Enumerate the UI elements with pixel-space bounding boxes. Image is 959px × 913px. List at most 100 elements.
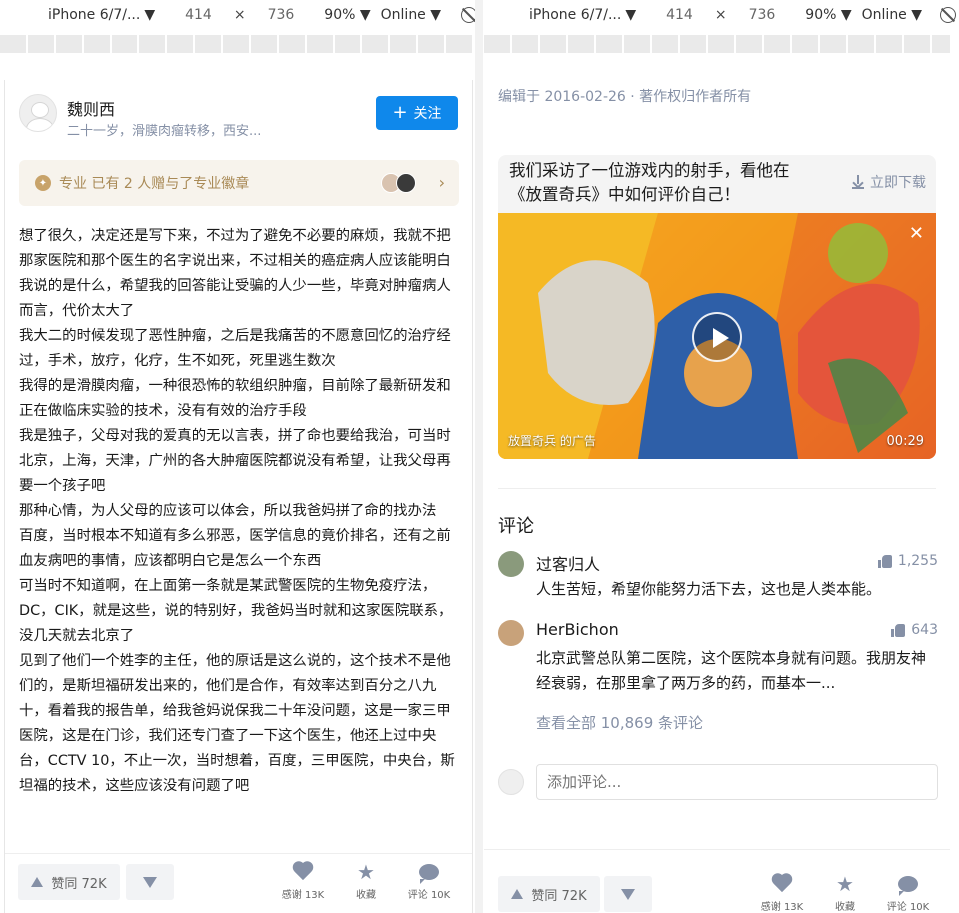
answer-content: 想了很久，决定还是写下来，不过为了避免不必要的麻烦，我就不把那家医院和那个医生的…: [19, 224, 459, 799]
answer-paragraph: 我大二的时候发现了恶性肿瘤，之后是我痛苦的不愿意回忆的治疗经过，手术，放疗，化疗…: [19, 328, 451, 369]
chevron-down-icon[interactable]: ▼: [426, 7, 441, 23]
play-icon[interactable]: [692, 312, 742, 362]
comment-like-button[interactable]: 643: [891, 622, 938, 638]
right-viewport: 编辑于 2016-02-26 · 著作权归作者所有 我们采访了一位游戏内的射手，…: [484, 60, 950, 913]
zoom-select[interactable]: 90%: [324, 7, 355, 23]
vote-up-label: 赞同 72K: [51, 876, 107, 892]
comment-bubble-icon: [898, 876, 918, 896]
follow-button[interactable]: + 关注: [376, 96, 458, 130]
width-input[interactable]: 414: [666, 7, 693, 23]
thanks-label: 感谢 13K: [281, 890, 325, 901]
width-input[interactable]: 414: [185, 7, 212, 23]
answer-paragraph: 见到了他们一个姓李的主任，他的原话是这么说的，这个技术不是他们的，是斯坦福研发出…: [19, 653, 455, 794]
chevron-down-icon[interactable]: ▼: [625, 7, 636, 23]
vote-up-button[interactable]: 赞同 72K: [498, 876, 600, 912]
device-select[interactable]: iPhone 6/7/...: [529, 7, 621, 23]
left-viewport: 魏则西 二十一岁，滑膜肉瘤转移，西安... + 关注 ✦ 专业 已有 2 人赠与…: [4, 80, 473, 913]
ad-video[interactable]: ✕ 放置奇兵 的广告 00:29: [498, 213, 936, 459]
comment-author[interactable]: 过客归人: [536, 551, 600, 575]
comment-like-button[interactable]: 1,255: [877, 553, 938, 569]
comment-like-count: 1,255: [897, 553, 938, 569]
badge-icon: ✦: [35, 175, 51, 191]
triangle-down-icon: [621, 888, 635, 900]
badge-giver-avatars: [381, 173, 419, 195]
thanks-label: 感谢 13K: [760, 902, 804, 913]
download-label: 立即下载: [870, 175, 926, 191]
chevron-right-icon: ›: [438, 173, 445, 192]
download-icon: [852, 175, 864, 189]
badge-text: 专业 已有 2 人赠与了专业徽章: [59, 176, 250, 192]
author-card: 魏则西 二十一岁，滑膜肉瘤转移，西安... + 关注: [19, 94, 458, 144]
section-divider: [498, 488, 936, 489]
vote-down-button[interactable]: [126, 864, 174, 900]
comment-text: 北京武警总队第二医院，这个医院本身就有问题。我朋友神经衰弱，在那里拿了两万多的药…: [536, 649, 927, 692]
triangle-up-icon: [511, 889, 524, 899]
dimension-separator: ×: [233, 7, 246, 23]
ad-card[interactable]: 我们采访了一位游戏内的射手，看他在《放置奇兵》中如何评价自己！ 立即下载 ✕ 放…: [498, 155, 936, 459]
zoom-select[interactable]: 90%: [805, 7, 836, 23]
devtools-bar-left: iPhone 6/7/... ▼ 414 × 736 90% ▼ Online ▼: [48, 0, 442, 30]
devtools-bar-right: iPhone 6/7/... ▼ 414 × 736 90% ▼ Online ▼: [529, 0, 923, 30]
star-icon: ★: [357, 860, 375, 884]
thumb-up-icon: [891, 623, 906, 637]
video-duration: 00:29: [886, 434, 924, 449]
chevron-down-icon[interactable]: ▼: [907, 7, 922, 23]
answer-paragraph: 那种心情，为人父母的应该可以体会，所以我爸妈拼了命的找办法: [19, 503, 437, 519]
avatar[interactable]: [19, 94, 57, 132]
star-icon: ★: [836, 872, 854, 896]
answer-paragraph: 想了很久，决定还是写下来，不过为了避免不必要的麻烦，我就不把那家医院和那个医生的…: [19, 228, 451, 319]
comment-like-count: 643: [911, 622, 938, 638]
comment-bubble-icon: [419, 864, 439, 884]
vote-up-button[interactable]: 赞同 72K: [18, 864, 120, 900]
comment-author[interactable]: HerBichon: [536, 620, 619, 639]
vote-up-label: 赞同 72K: [531, 888, 587, 904]
download-button[interactable]: 立即下载: [852, 172, 926, 192]
vote-down-button[interactable]: [604, 876, 652, 912]
collect-label: 收藏: [835, 902, 855, 913]
answer-paragraph: 可当时不知道啊，在上面第一条就是某武警医院的生物免疫疗法，DC，CIK，就是这些…: [19, 578, 453, 644]
plus-icon: +: [392, 102, 408, 123]
answer-action-bar: 赞同 72K 感谢 13K ★ 收藏 评论 10K: [484, 849, 950, 913]
avatar: [498, 769, 524, 795]
height-input[interactable]: 736: [749, 7, 776, 23]
avatar: [396, 173, 416, 193]
answer-paragraph: 我得的是滑膜肉瘤，一种很恐怖的软组织肿瘤，目前除了最新研发和正在做临床实验的技术…: [19, 378, 451, 419]
triangle-up-icon: [31, 877, 44, 887]
answer-paragraph: 我是独子，父母对我的爱真的无以言表，拼了命也要给我治，可当时北京，上海，天津，广…: [19, 428, 451, 494]
comment-text: 人生苦短，希望你能努力活下去，这也是人类本能。: [536, 580, 882, 598]
rotate-icon[interactable]: [940, 7, 956, 23]
ad-title[interactable]: 我们采访了一位游戏内的射手，看他在《放置奇兵》中如何评价自己！: [509, 159, 819, 207]
thumb-up-icon: [877, 554, 892, 568]
comment-button[interactable]: 评论 10K: [880, 874, 936, 913]
media-query-ruler-left: [0, 35, 474, 53]
triangle-down-icon: [143, 876, 157, 888]
viewport-divider: [475, 0, 483, 913]
close-icon[interactable]: ✕: [909, 223, 924, 244]
avatar[interactable]: [498, 551, 524, 577]
thanks-button[interactable]: 感谢 13K: [754, 874, 810, 913]
avatar[interactable]: [498, 620, 524, 646]
dimension-separator: ×: [714, 7, 727, 23]
ad-label: 放置奇兵 的广告: [508, 434, 596, 448]
collect-button[interactable]: ★ 收藏: [817, 874, 873, 913]
network-select[interactable]: Online: [862, 7, 907, 23]
author-name[interactable]: 魏则西: [67, 96, 115, 120]
device-select[interactable]: iPhone 6/7/...: [48, 7, 140, 23]
comment-label: 评论 10K: [407, 890, 451, 901]
comments-title: 评论: [498, 516, 534, 537]
thanks-button[interactable]: 感谢 13K: [275, 862, 331, 901]
add-comment-row: [498, 764, 938, 800]
view-all-comments-link[interactable]: 查看全部 10,869 条评论: [536, 712, 703, 733]
professional-badge-banner[interactable]: ✦ 专业 已有 2 人赠与了专业徽章 ›: [19, 160, 459, 206]
chevron-down-icon[interactable]: ▼: [144, 7, 155, 23]
height-input[interactable]: 736: [268, 7, 295, 23]
chevron-down-icon[interactable]: ▼: [836, 7, 852, 23]
comment-input[interactable]: [536, 764, 938, 800]
comment-button[interactable]: 评论 10K: [401, 862, 457, 901]
network-select[interactable]: Online: [381, 7, 426, 23]
answer-paragraph: 百度，当时根本不知道有多么邪恶，医学信息的竟价排名，还有之前血友病吧的事情，应该…: [19, 528, 451, 569]
edit-info: 编辑于 2016-02-26 · 著作权归作者所有: [498, 89, 752, 105]
chevron-down-icon[interactable]: ▼: [355, 7, 371, 23]
collect-button[interactable]: ★ 收藏: [338, 862, 394, 901]
media-query-ruler-right: [484, 35, 950, 53]
